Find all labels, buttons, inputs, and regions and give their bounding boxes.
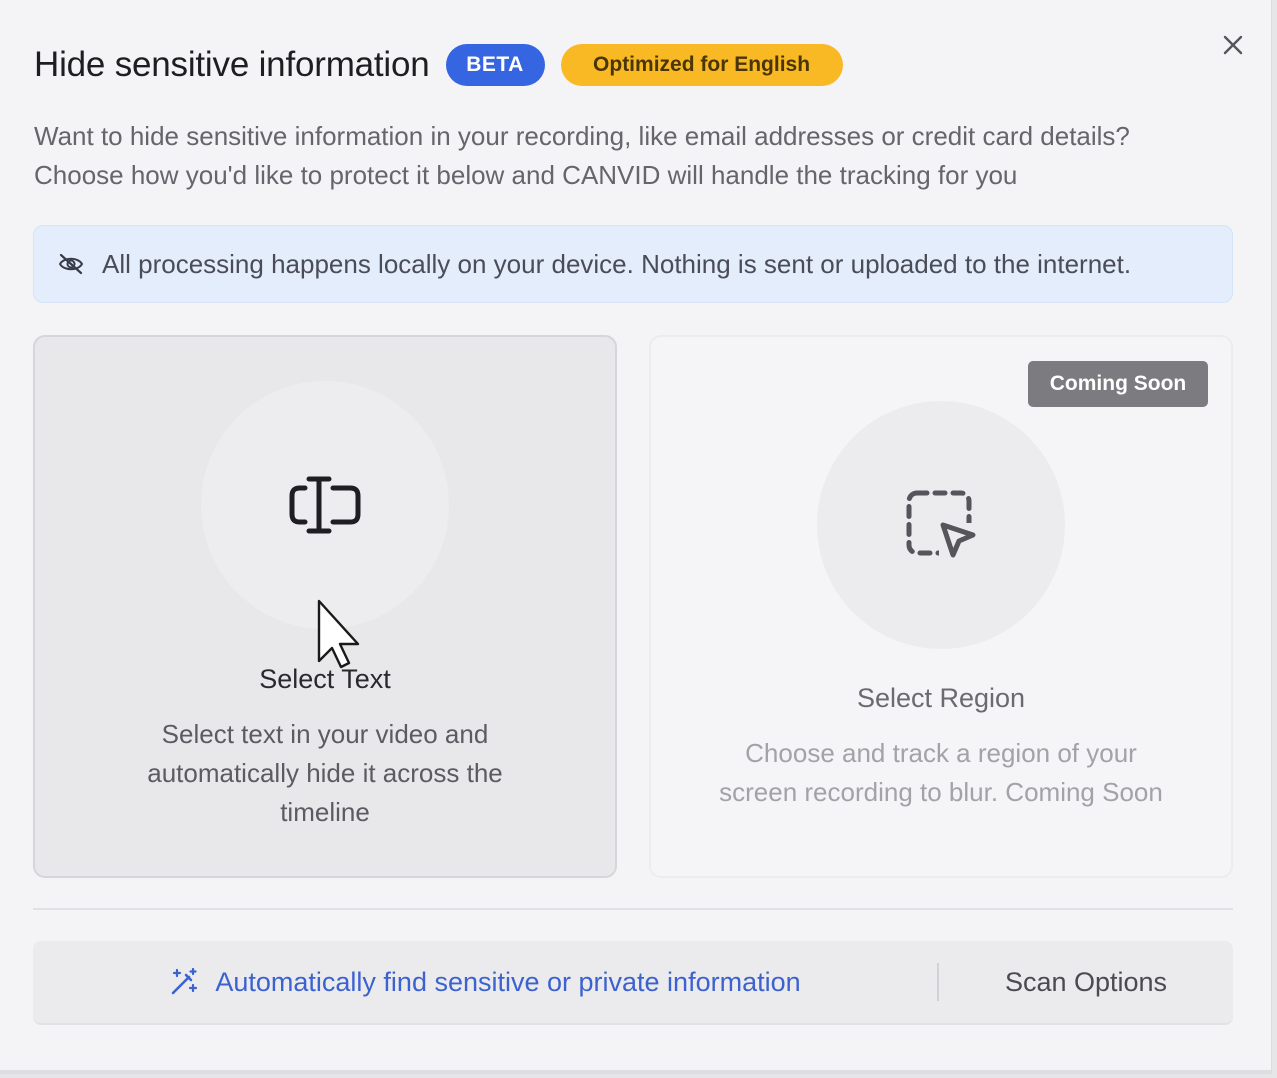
select-region-icon-circle [817, 401, 1065, 649]
select-region-description-line: Choose and track a region of your [745, 738, 1137, 768]
scan-options-button[interactable]: Scan Options [939, 941, 1233, 1023]
select-region-description: Choose and track a region of your screen… [651, 734, 1231, 812]
description-line: Choose how you'd like to protect it belo… [34, 160, 1018, 190]
magic-wand-icon [172, 967, 198, 995]
select-text-description-line: timeline [280, 797, 370, 827]
select-region-description-line: screen recording to blur. Coming Soon [719, 777, 1163, 807]
description-line: Want to hide sensitive information in yo… [34, 121, 1130, 151]
close-icon [1223, 35, 1243, 55]
close-button[interactable] [1216, 28, 1250, 62]
select-text-description-line: automatically hide it across the [147, 758, 503, 788]
local-processing-text: All processing happens locally on your d… [102, 248, 1132, 279]
select-region-title: Select Region [856, 683, 1026, 713]
dialog-title: Hide sensitive information [34, 45, 430, 84]
select-text-icon-circle [201, 381, 449, 629]
footer-divider [33, 908, 1233, 910]
text-cursor-icon [289, 476, 361, 534]
beta-badge: BETA [445, 44, 545, 86]
language-badge: Optimized for English [560, 44, 843, 86]
auto-find-label: Automatically find sensitive or private … [215, 966, 801, 997]
dialog-header: Hide sensitive information BETA Optimize… [34, 40, 843, 90]
hide-sensitive-info-dialog: Hide sensitive information BETA Optimize… [0, 0, 1272, 1074]
select-text-option[interactable]: Select Text Select text in your video an… [33, 335, 617, 878]
coming-soon-badge: Coming Soon [1028, 361, 1208, 407]
auto-find-sensitive-info-button[interactable]: Automatically find sensitive or private … [33, 941, 937, 1023]
dialog-description: Want to hide sensitive information in yo… [34, 117, 1234, 195]
select-text-description-line: Select text in your video and [161, 719, 489, 749]
region-select-icon [906, 490, 977, 561]
eye-off-icon [59, 253, 83, 275]
select-text-title: Select Text [259, 664, 391, 694]
footer-action-bar: Automatically find sensitive or private … [33, 941, 1233, 1025]
select-text-description: Select text in your video and automatica… [35, 715, 615, 832]
select-region-option: Coming Soon Select Region Choose and tra… [649, 335, 1233, 878]
local-processing-banner: All processing happens locally on your d… [33, 225, 1233, 303]
